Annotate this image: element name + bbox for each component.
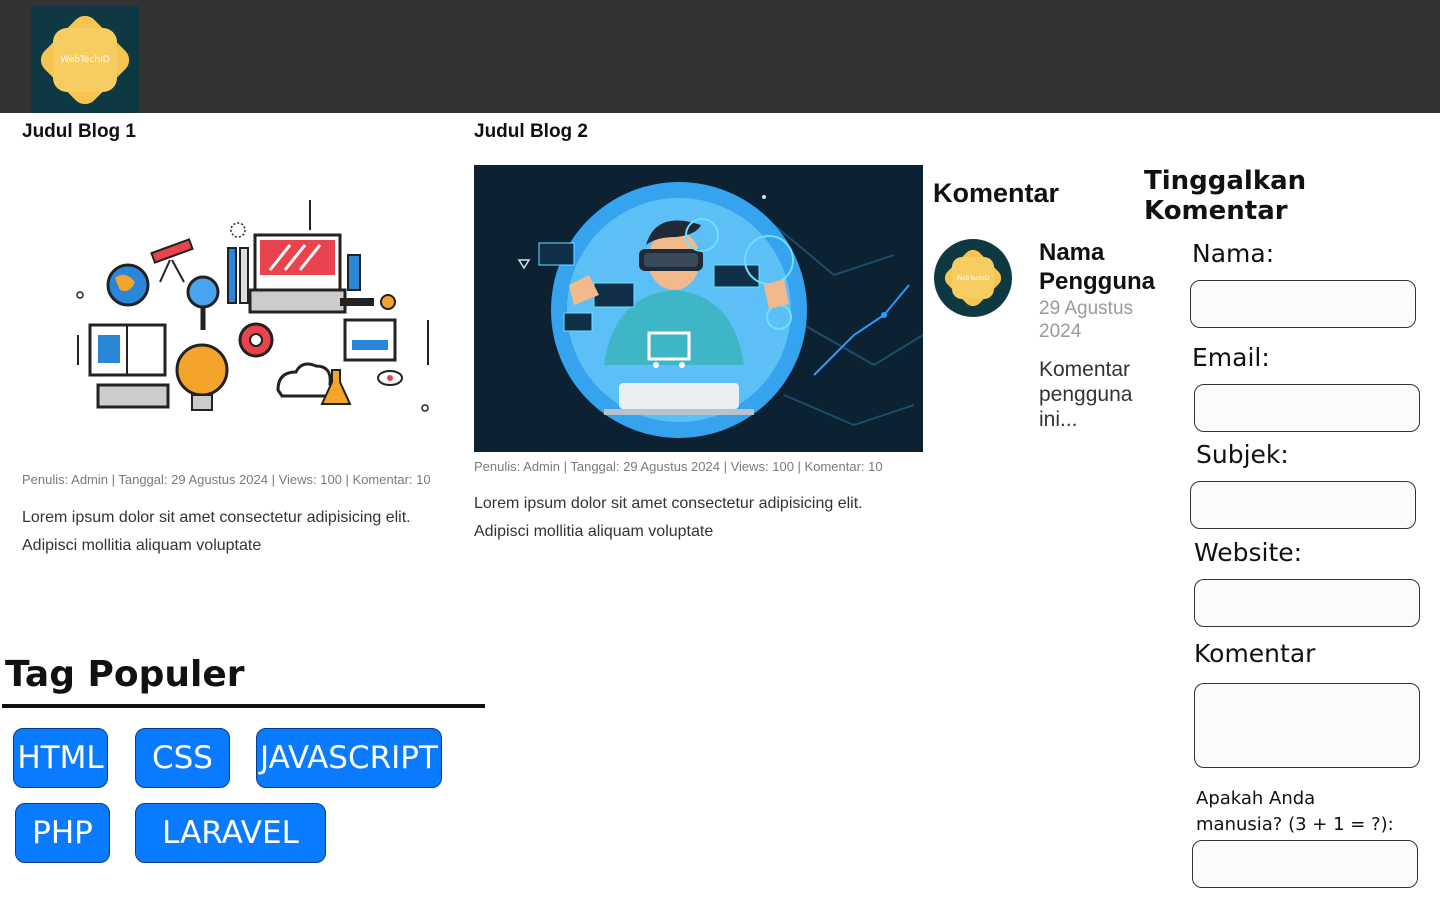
subject-field[interactable]	[1190, 481, 1416, 529]
captcha-label: Apakah Anda manusia? (3 + 1 = ?):	[1196, 788, 1394, 835]
popular-tags-heading: Tag Populer	[5, 654, 245, 695]
top-header: WebTechID	[0, 0, 1440, 113]
tags-divider	[2, 704, 485, 708]
subject-label: Subjek:	[1196, 440, 1289, 469]
blog-1-tech-illustration	[76, 200, 429, 412]
tag-laravel-button[interactable]: LARAVEL	[135, 803, 326, 863]
website-label: Website:	[1194, 538, 1303, 567]
comment-date: 29 Agustus 2024	[1039, 298, 1134, 342]
comment-text: Komentar pengguna ini...	[1039, 358, 1133, 431]
comments-heading: Komentar	[933, 178, 1060, 208]
website-field[interactable]	[1194, 579, 1420, 627]
site-logo[interactable]: WebTechID	[31, 6, 139, 113]
blog-2-title[interactable]: Judul Blog 2	[474, 121, 588, 143]
name-label: Nama:	[1192, 239, 1275, 268]
email-field[interactable]	[1194, 384, 1420, 432]
logo-diamond-icon: WebTechID	[47, 22, 123, 98]
blog-1-title[interactable]: Judul Blog 1	[22, 121, 136, 143]
name-field[interactable]	[1190, 280, 1416, 328]
tag-css-button[interactable]: CSS	[135, 728, 230, 788]
avatar-logo-icon: WebTechID	[948, 253, 998, 303]
blog-1-excerpt: Lorem ipsum dolor sit amet consectetur a…	[22, 509, 411, 554]
tag-html-button[interactable]: HTML	[13, 728, 108, 788]
comment-author-name: Nama Pengguna	[1039, 239, 1156, 295]
avatar-logo-text: WebTechID	[956, 274, 990, 282]
email-label: Email:	[1192, 343, 1270, 372]
logo-text: WebTechID	[60, 54, 110, 65]
comment-textarea[interactable]	[1194, 683, 1420, 768]
captcha-field[interactable]	[1192, 840, 1418, 888]
blog-1-meta: Penulis: Admin | Tanggal: 29 Agustus 202…	[22, 472, 431, 487]
leave-comment-heading: Tinggalkan Komentar	[1144, 166, 1307, 226]
avatar: WebTechID	[934, 239, 1012, 317]
blog-2-excerpt: Lorem ipsum dolor sit amet consectetur a…	[474, 495, 863, 540]
comment-label: Komentar	[1194, 639, 1316, 668]
blog-2-meta: Penulis: Admin | Tanggal: 29 Agustus 202…	[474, 459, 883, 474]
tag-javascript-button[interactable]: JAVASCRIPT	[256, 728, 442, 788]
blog-2-vr-shopping-illustration	[474, 165, 923, 452]
tag-php-button[interactable]: PHP	[15, 803, 110, 863]
